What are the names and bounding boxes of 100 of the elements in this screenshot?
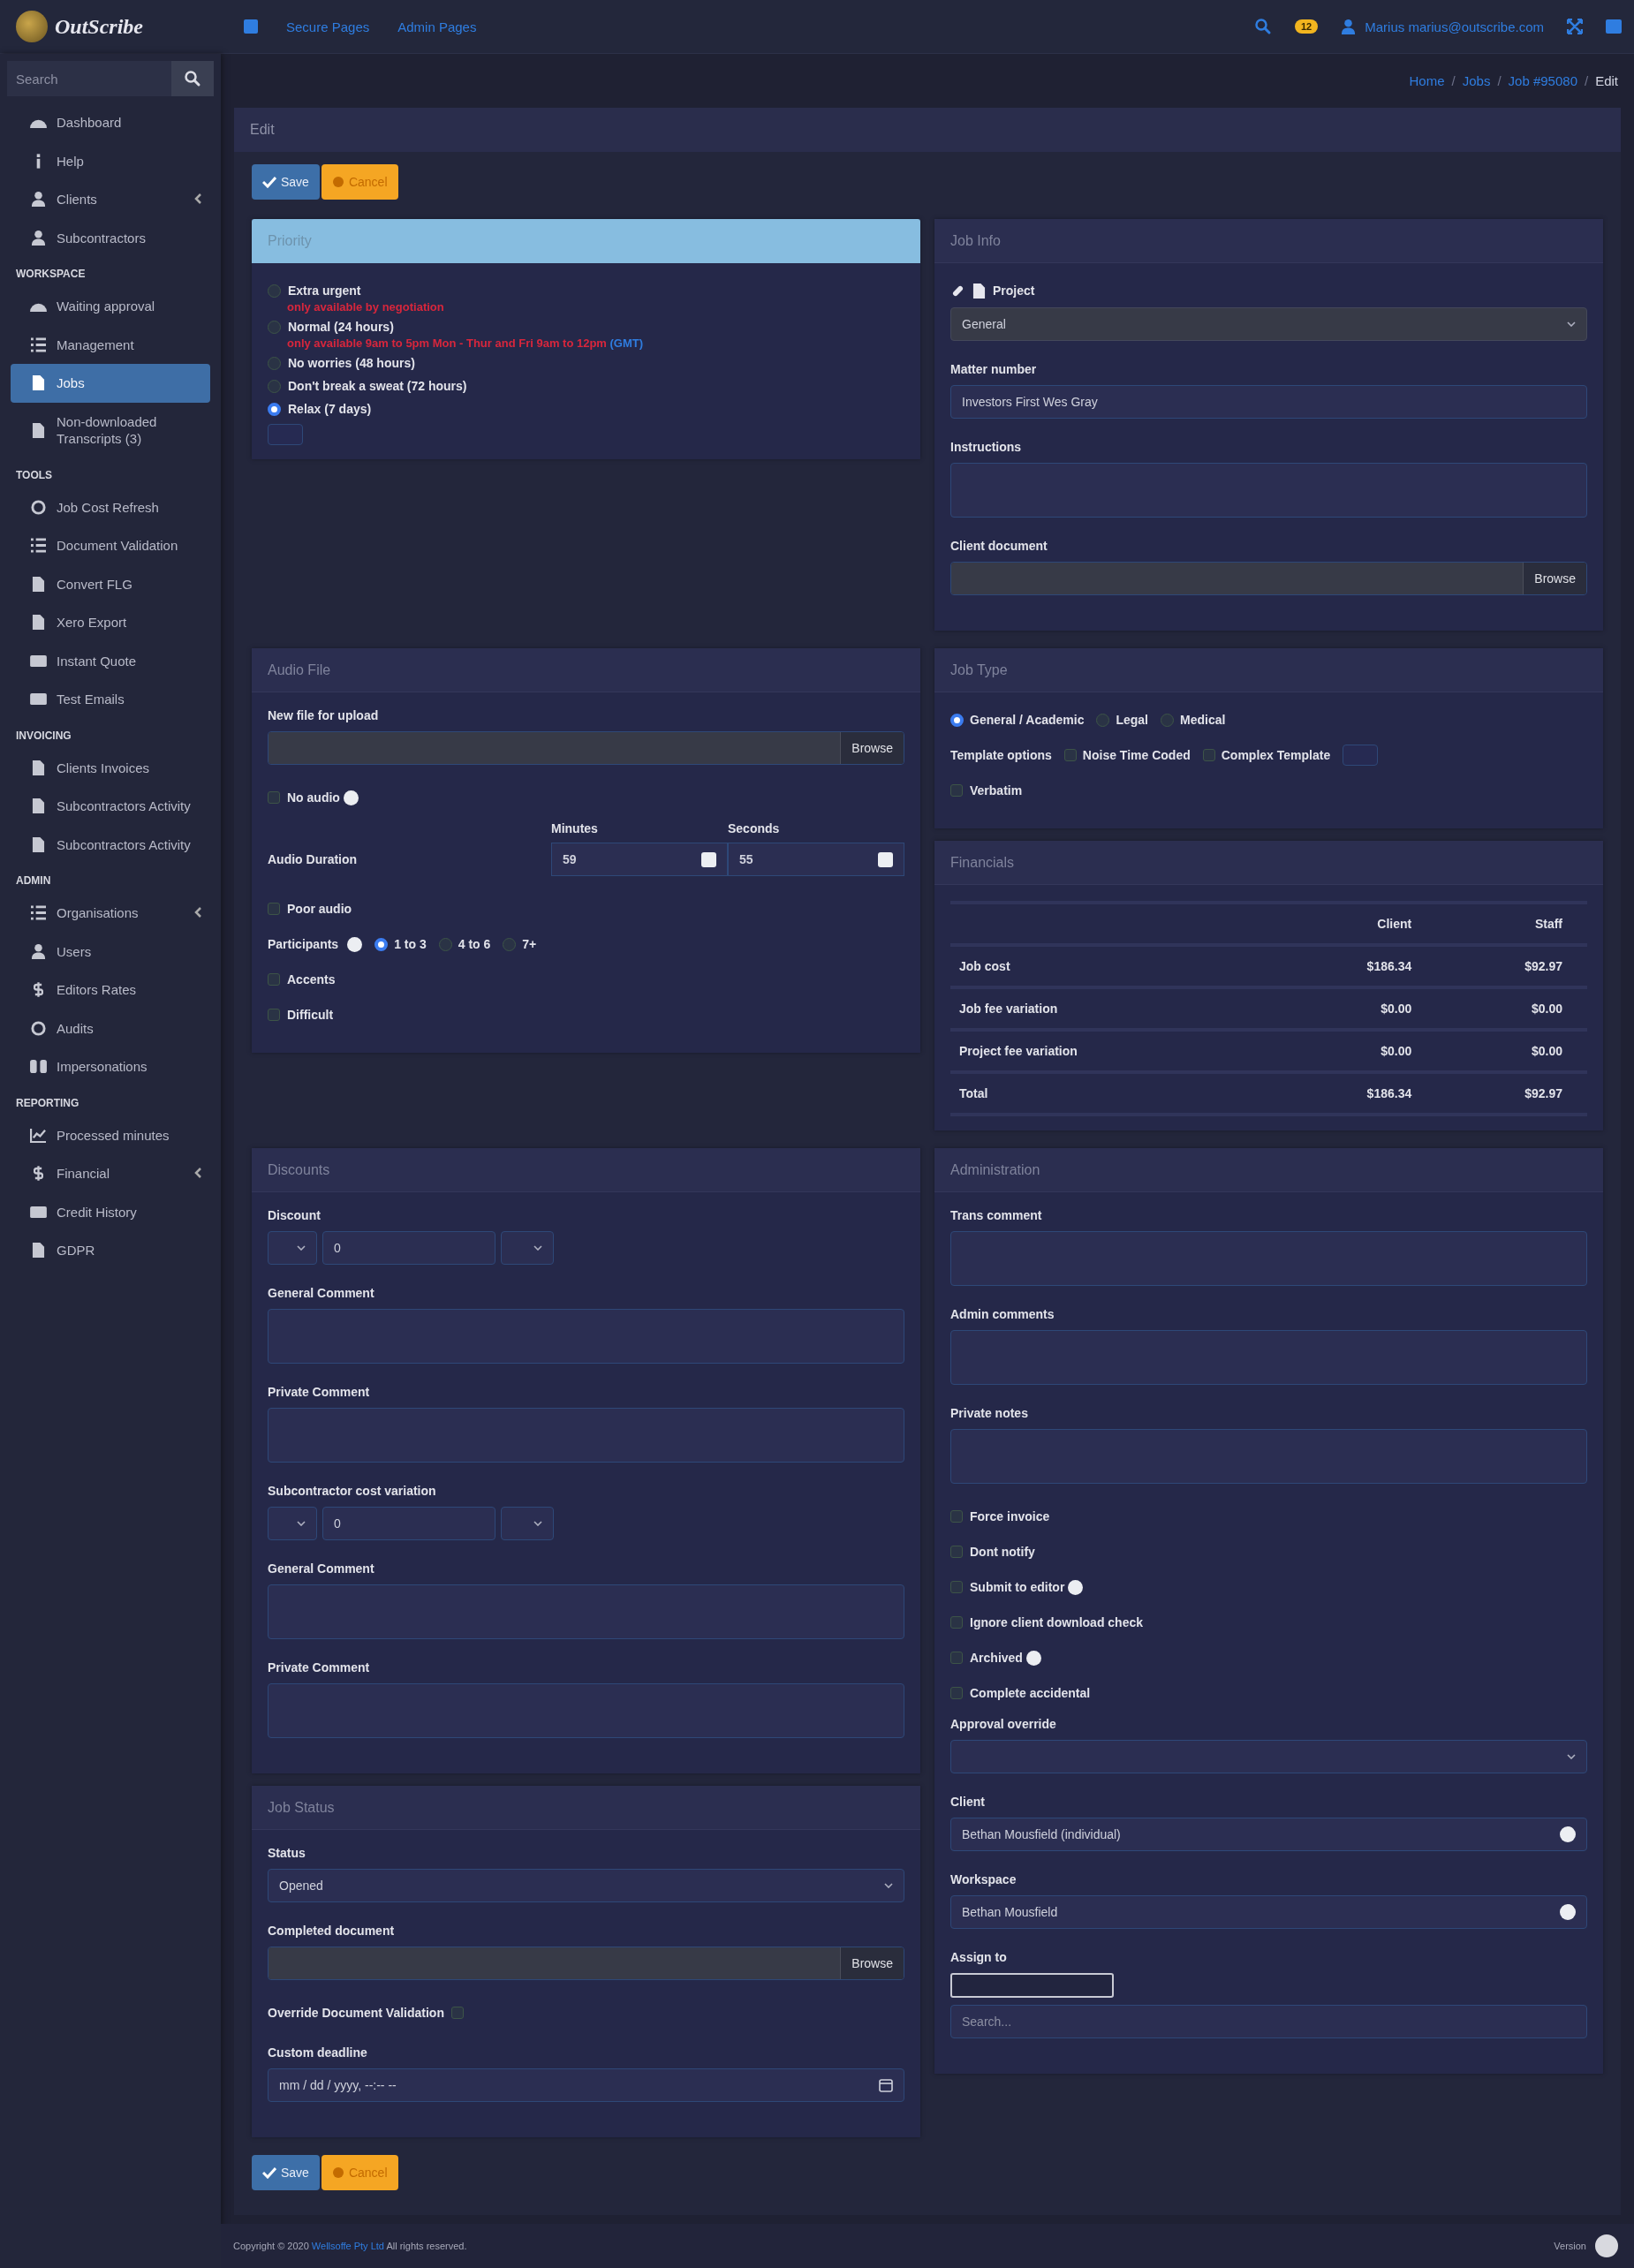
fullscreen-icon[interactable] xyxy=(1567,19,1583,34)
sidebar-item[interactable]: Waiting approval xyxy=(11,287,210,326)
small-button[interactable] xyxy=(268,424,303,445)
sidebar-item[interactable]: Test Emails xyxy=(11,680,210,719)
checkbox[interactable] xyxy=(268,973,280,986)
select-field[interactable] xyxy=(950,1740,1587,1773)
info-icon[interactable] xyxy=(1025,1650,1041,1666)
text-area[interactable] xyxy=(268,1309,904,1364)
checkbox[interactable] xyxy=(950,1687,963,1699)
sidebar-item[interactable]: Instant Quote xyxy=(11,641,210,680)
file-field[interactable]: Browse xyxy=(950,562,1587,595)
text-area[interactable] xyxy=(268,1584,904,1639)
sidebar-item[interactable]: Editors Rates xyxy=(11,971,210,1009)
number-field[interactable]: 59 xyxy=(551,843,728,876)
sidebar-item[interactable]: Xero Export xyxy=(11,603,210,642)
radio-button[interactable] xyxy=(268,379,281,393)
file-field[interactable]: Browse xyxy=(268,1947,904,1980)
text-area[interactable] xyxy=(950,463,1587,518)
search-button[interactable] xyxy=(171,61,214,96)
checkbox[interactable] xyxy=(950,1581,963,1593)
checkbox[interactable] xyxy=(1063,749,1077,761)
menu-icon[interactable] xyxy=(244,19,258,34)
radio-button[interactable] xyxy=(438,937,452,951)
notification-badge[interactable]: 12 xyxy=(1294,19,1319,34)
sidebar-item[interactable]: Clients Invoices xyxy=(11,748,210,787)
radio-button[interactable] xyxy=(1161,713,1174,727)
select-field[interactable]: Bethan Mousfield xyxy=(950,1895,1587,1929)
text-area[interactable] xyxy=(268,1408,904,1463)
sidebar-item[interactable]: Document Validation xyxy=(11,526,210,565)
breadcrumb-link[interactable]: Home xyxy=(1409,73,1445,88)
checkbox[interactable] xyxy=(268,903,280,915)
company-link[interactable]: Wellsoffe Pty Ltd xyxy=(311,2241,384,2251)
sidebar-item[interactable]: Help xyxy=(11,141,210,180)
nav-link[interactable]: Secure Pages xyxy=(286,19,370,34)
sidebar-item[interactable]: Dashboard xyxy=(11,103,210,142)
text-area[interactable] xyxy=(950,1231,1587,1286)
select-field[interactable] xyxy=(501,1231,554,1265)
checkbox[interactable] xyxy=(450,2007,464,2019)
select-field[interactable] xyxy=(268,1231,317,1265)
sidebar-item[interactable]: Organisations xyxy=(11,894,210,933)
user-link[interactable]: Marius marius@outscribe.com xyxy=(1365,19,1544,34)
select-field[interactable]: Opened xyxy=(268,1869,904,1902)
sidebar-item[interactable]: Impersonations xyxy=(11,1047,210,1086)
input-field[interactable]: Investors First Wes Gray xyxy=(950,385,1587,419)
logo-icon[interactable] xyxy=(16,11,48,42)
checkbox[interactable] xyxy=(950,1510,963,1523)
info-icon[interactable] xyxy=(1068,1579,1084,1595)
breadcrumb-link[interactable]: Job #95080 xyxy=(1508,73,1577,88)
calendar-icon[interactable] xyxy=(879,2078,893,2092)
sidebar-item[interactable]: GDPR xyxy=(11,1231,210,1270)
file-field[interactable]: Browse xyxy=(268,731,904,765)
sidebar-item[interactable]: Financial xyxy=(11,1154,210,1193)
select-field[interactable]: General xyxy=(950,307,1587,341)
save-button[interactable]: Save xyxy=(252,164,320,200)
checkbox[interactable] xyxy=(268,791,280,804)
sidebar-item[interactable]: Audits xyxy=(11,1009,210,1047)
date-field[interactable]: mm / dd / yyyy, --:-- -- xyxy=(268,2068,904,2102)
checkbox[interactable] xyxy=(1202,749,1215,761)
search-icon[interactable] xyxy=(1253,18,1272,35)
text-area[interactable] xyxy=(268,1683,904,1738)
radio-button[interactable] xyxy=(268,402,281,416)
select-field[interactable] xyxy=(268,1507,317,1540)
sidebar-item[interactable]: Subcontractors xyxy=(11,218,210,257)
checkbox[interactable] xyxy=(950,784,963,797)
sidebar-item[interactable]: Management xyxy=(11,325,210,364)
small-button[interactable] xyxy=(1343,745,1379,766)
select-field[interactable]: Bethan Mousfield (individual) xyxy=(950,1818,1587,1851)
text-area[interactable] xyxy=(950,1429,1587,1484)
panel-icon[interactable] xyxy=(1606,19,1622,34)
nav-link[interactable]: Admin Pages xyxy=(397,19,477,34)
radio-button[interactable] xyxy=(268,356,281,370)
sidebar-item[interactable]: Users xyxy=(11,932,210,971)
sidebar-item[interactable]: Non-downloaded Transcripts (3) xyxy=(11,402,210,458)
sidebar-item[interactable]: Convert FLG xyxy=(11,564,210,603)
checkbox[interactable] xyxy=(950,1616,963,1629)
radio-button[interactable] xyxy=(268,284,281,298)
sidebar-item[interactable]: Clients xyxy=(11,180,210,219)
radio-button[interactable] xyxy=(503,937,517,951)
document-icon[interactable] xyxy=(972,282,986,299)
checkbox[interactable] xyxy=(950,1652,963,1664)
text-area[interactable] xyxy=(950,1330,1587,1385)
user-icon[interactable] xyxy=(1341,18,1357,35)
radio-button[interactable] xyxy=(268,320,281,334)
checkbox[interactable] xyxy=(268,1009,280,1021)
info-icon[interactable] xyxy=(343,790,359,805)
sidebar-item[interactable]: Job Cost Refresh xyxy=(11,488,210,526)
input-field[interactable]: 0 xyxy=(322,1507,495,1540)
number-field[interactable]: 55 xyxy=(728,843,904,876)
sidebar-item[interactable]: Credit History xyxy=(11,1192,210,1231)
brand-name[interactable]: OutScribe xyxy=(55,14,143,39)
breadcrumb-link[interactable]: Jobs xyxy=(1462,73,1491,88)
sidebar-item[interactable]: Subcontractors Activity xyxy=(11,825,210,864)
sidebar-item[interactable]: Processed minutes xyxy=(11,1115,210,1154)
info-icon[interactable] xyxy=(347,936,363,952)
select-field[interactable] xyxy=(501,1507,554,1540)
save-button[interactable]: Save xyxy=(252,2155,320,2190)
radio-button[interactable] xyxy=(1096,713,1110,727)
search-field[interactable]: Search... xyxy=(950,2005,1587,2038)
checkbox[interactable] xyxy=(950,1546,963,1558)
sidebar-item[interactable]: Subcontractors Activity xyxy=(11,787,210,826)
